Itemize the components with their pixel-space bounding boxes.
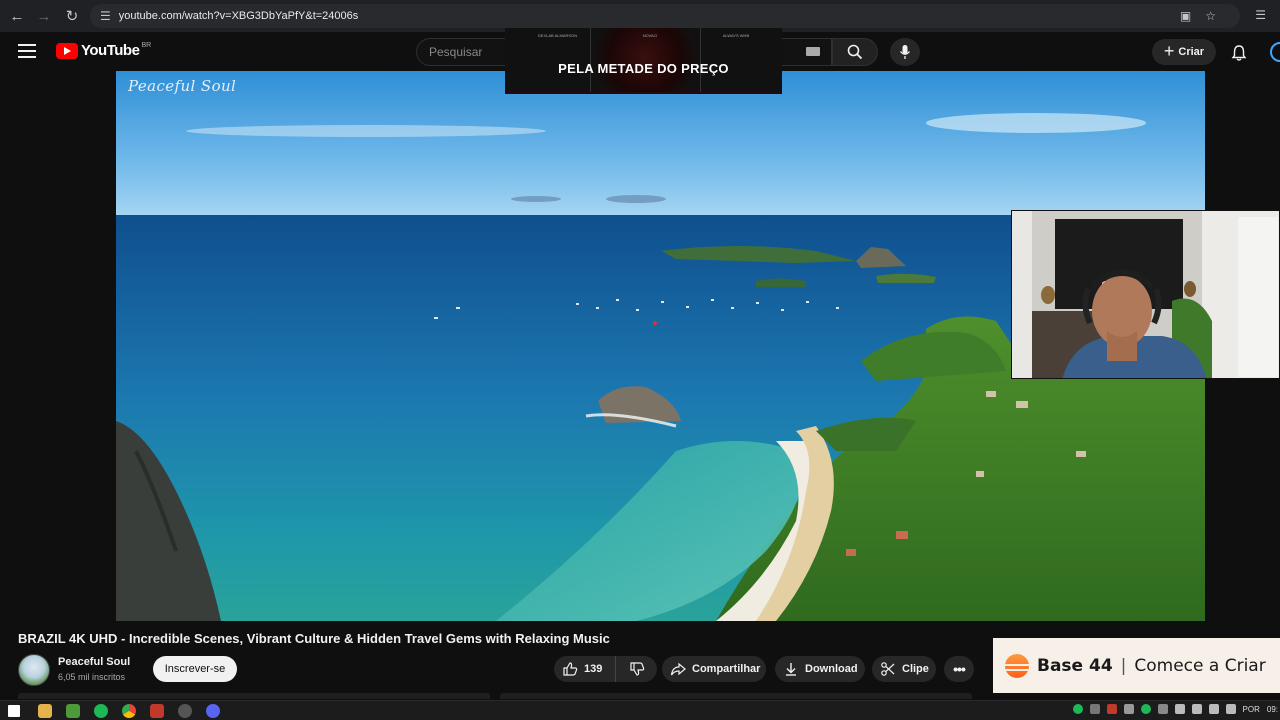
share-label: Compartilhar [692,663,761,675]
search-button[interactable] [832,38,878,66]
app-icon[interactable] [178,704,192,718]
share-icon [670,662,686,676]
like-count: 139 [584,663,603,675]
os-taskbar: POR 09: [0,700,1280,720]
spotify-icon[interactable] [94,704,108,718]
youtube-logo[interactable]: YouTube BR [56,42,151,59]
promo-small-text: ALWAYS WHB [722,33,750,38]
language-indicator[interactable]: POR [1243,705,1260,714]
search-icon [847,44,863,60]
app-icon[interactable] [150,704,164,718]
youtube-play-icon [56,42,78,59]
download-label: Download [805,663,858,675]
promo-small-text: DEXLAB ALMARSON [537,33,578,38]
thumbs-down-icon [629,662,644,676]
tray-icon[interactable] [1089,704,1100,714]
like-dislike-group: 139 [554,656,657,682]
download-icon [786,663,796,676]
browser-menu-icon[interactable]: ☰ [1255,8,1266,22]
logo-text: YouTube [81,42,140,59]
thumbs-up-icon [563,662,578,676]
ad-cta: Comece a Criar [1134,655,1266,676]
promo-small-text: NOVAO [642,33,657,38]
channel-watermark: Peaceful Soul [128,77,237,95]
tray-icon[interactable] [1072,704,1083,714]
subscriber-count: 6,05 mil inscritos [58,672,126,682]
create-button[interactable]: + Criar [1152,39,1216,65]
download-button[interactable]: Download [775,656,865,682]
content-card-edge [18,693,490,699]
channel-name[interactable]: Peaceful Soul [58,656,130,668]
promo-brand-row: DEXLAB ALMARSON NOVAO ALWAYS WHB [505,33,782,38]
address-actions: ▣ ☆ [1180,4,1230,28]
network-icon[interactable] [1208,704,1219,714]
file-explorer-icon[interactable] [38,704,52,718]
back-icon[interactable]: ← [3,2,31,30]
cast-icon[interactable]: ▣ [1180,9,1191,23]
account-avatar[interactable] [1270,42,1280,62]
video-title: BRAZIL 4K UHD - Incredible Scenes, Vibra… [18,631,610,646]
clip-button[interactable]: Clipe [872,656,936,682]
webcam-overlay [1011,210,1280,379]
reload-icon[interactable]: ↻ [58,2,86,30]
tray-icon[interactable] [1157,704,1168,714]
keyboard-icon[interactable] [806,47,820,56]
promo-headline: PELA METADE DO PREÇO [558,61,729,76]
clock[interactable]: 09: [1267,705,1278,714]
tray-icon[interactable] [1123,704,1134,714]
discord-icon[interactable] [206,704,220,718]
like-button[interactable]: 139 [554,656,616,682]
plus-icon: + [1163,40,1175,61]
system-tray: POR 09: [1072,704,1280,714]
screen: ← → ↻ ☰ youtube.com/watch?v=XBG3DbYaPfY&… [0,0,1280,720]
create-label: Criar [1178,46,1205,58]
content-card-edge [500,693,972,699]
bookmark-star-icon[interactable]: ☆ [1205,9,1216,23]
tray-icon[interactable] [1140,704,1151,714]
region-code: BR [141,42,152,49]
scissors-icon [881,662,895,676]
tray-icon[interactable] [1106,704,1117,714]
dislike-button[interactable] [616,661,657,677]
address-bar[interactable]: ☰ youtube.com/watch?v=XBG3DbYaPfY&t=2400… [90,4,1240,28]
webcam-feed [1012,211,1279,378]
battery-icon[interactable] [1191,704,1202,714]
app-icon[interactable] [66,704,80,718]
subscribe-button[interactable]: Inscrever-se [153,656,237,682]
ad-separator: | [1120,655,1127,676]
channel-avatar[interactable] [18,654,50,686]
forward-icon[interactable]: → [30,2,58,30]
volume-icon[interactable] [1225,704,1236,714]
promo-banner[interactable]: DEXLAB ALMARSON NOVAO ALWAYS WHB PELA ME… [505,28,782,94]
url-text: youtube.com/watch?v=XBG3DbYaPfY&t=24006s [118,10,359,22]
base44-logo-icon [1005,653,1029,678]
windows-start-icon[interactable] [8,705,20,717]
sponsored-ad-banner[interactable]: Base 44 | Comece a Criar [993,638,1280,693]
voice-search-button[interactable] [890,38,920,66]
site-settings-icon[interactable]: ☰ [100,9,111,23]
microphone-icon [899,45,911,59]
clip-label: Clipe [902,663,929,675]
menu-icon[interactable] [18,44,36,62]
more-actions-button[interactable]: ••• [944,656,974,682]
share-button[interactable]: Compartilhar [662,656,766,682]
notifications-bell-icon[interactable] [1230,44,1248,62]
microphone-tray-icon[interactable] [1174,704,1185,714]
ad-brand: Base 44 [1037,655,1113,676]
chrome-icon[interactable] [122,704,136,718]
